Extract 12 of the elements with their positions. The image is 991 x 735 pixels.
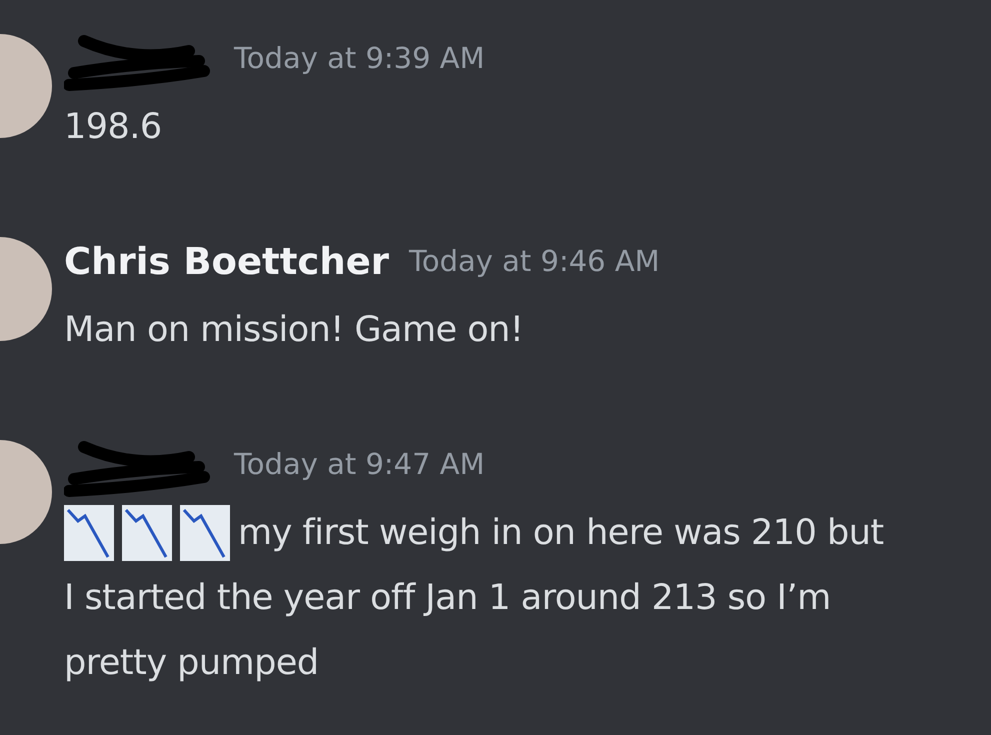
author-name: Chris Boettcher: [64, 240, 390, 282]
timestamp: Today at 9:47 AM: [234, 447, 485, 481]
message-text: pretty pumped: [64, 642, 319, 682]
message-text: my first weigh in on here was 210 but: [238, 512, 884, 552]
chart-decreasing-icon: [180, 504, 230, 560]
message-text: Man on mission! Game on!: [64, 310, 524, 350]
timestamp: Today at 9:46 AM: [409, 244, 660, 278]
message-text: I started the year off Jan 1 around 213 so I’m: [64, 578, 831, 618]
chart-decreasing-icon: [122, 504, 172, 560]
message-text: 198.6: [64, 106, 162, 146]
chart-decreasing-icon: [64, 504, 114, 560]
timestamp: Today at 9:39 AM: [234, 41, 485, 75]
